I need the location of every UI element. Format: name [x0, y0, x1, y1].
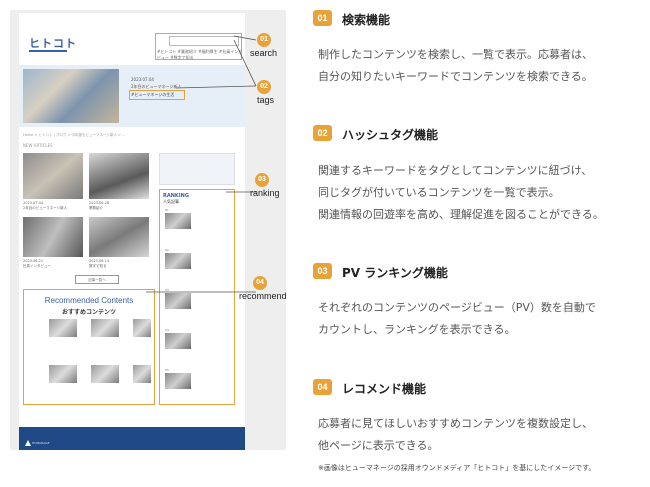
- recommend-title: Recommended Contents: [44, 296, 134, 305]
- article-card-text[interactable]: 2023.06.21 社員インタビュー: [23, 259, 83, 269]
- feature-number-hashtag: 02: [313, 125, 332, 141]
- logo-underline: [29, 50, 67, 52]
- ranking-rank: 03: [165, 288, 169, 292]
- search-highlight: [155, 33, 242, 60]
- desc-line: 他ページに表示できる。: [318, 439, 439, 452]
- desc-line: 応募者に見てほしいおすすめコンテンツを複数設定し、: [318, 417, 593, 430]
- callout-label-search: search: [250, 48, 278, 58]
- ranking-item[interactable]: [165, 253, 191, 269]
- ranking-rank: 04: [165, 328, 169, 332]
- ranking-subtitle: 人気記事: [163, 199, 179, 204]
- callout-label-tags: tags: [257, 95, 275, 105]
- ranking-item[interactable]: [165, 213, 191, 229]
- site-mockup: ヒトコト #ヒトコト #業務紹介 #福利厚生 #社員インタビュー #数字で知る …: [10, 10, 286, 450]
- article-title: 2年目のビューマネージ新人: [23, 206, 68, 210]
- recommend-item[interactable]: [91, 319, 119, 337]
- article-title: 業務紹介: [89, 206, 103, 210]
- article-card-text[interactable]: 2023.07.04 2年目のビューマネージ新人: [23, 201, 83, 211]
- feature-desc-ranking: それぞれのコンテンツのページビュー（PV）数を自動で カウントし、ランキングを表…: [318, 297, 596, 341]
- feature-number-recommend: 04: [313, 379, 332, 395]
- recommend-item[interactable]: [91, 365, 119, 383]
- desc-line: 同じタグが付いているコンテンツを一覧で表示。: [318, 186, 560, 199]
- article-thumbnail[interactable]: [23, 217, 83, 257]
- feature-desc-recommend: 応募者に見てほしいおすすめコンテンツを複数設定し、 他ページに表示できる。: [318, 413, 593, 457]
- callout-badge-ranking: 03: [255, 173, 269, 187]
- feature-desc-search: 制作したコンテンツを検索し、一覧で表示。応募者は、 自分の知りたいキーワードでコ…: [318, 44, 593, 88]
- callout-badge-recommend: 04: [253, 276, 267, 290]
- feature-title-recommend: レコメンド機能: [342, 382, 427, 396]
- callout-label-recommend: recommend: [239, 291, 287, 301]
- recommend-item[interactable]: [49, 365, 77, 383]
- desc-line: 制作したコンテンツを検索し、一覧で表示。応募者は、: [318, 48, 593, 61]
- recommend-item[interactable]: [133, 319, 151, 337]
- article-card-text[interactable]: 2023.06.28 業務紹介: [89, 201, 149, 211]
- feature-title-search: 検索機能: [342, 13, 391, 27]
- ranking-rank: 02: [165, 248, 169, 252]
- callout-label-ranking: ranking: [250, 188, 280, 198]
- new-articles-heading: NEW ARTICLES: [23, 143, 53, 148]
- article-title: 社員インタビュー: [23, 264, 51, 268]
- ranking-item[interactable]: [165, 293, 191, 309]
- article-thumbnail[interactable]: [89, 217, 149, 257]
- side-banner[interactable]: [159, 153, 235, 185]
- image-footnote: ※画像はヒューマネージの採用オウンドメディア「ヒトコト」を基にしたイメージです。: [318, 464, 596, 472]
- ranking-rank: 01: [165, 208, 169, 212]
- desc-line: それぞれのコンテンツのページビュー（PV）数を自動で: [318, 301, 596, 314]
- site-logo[interactable]: ヒトコト: [29, 35, 77, 51]
- recommend-item[interactable]: [133, 365, 151, 383]
- callout-badge-tags: 02: [257, 80, 271, 94]
- footer-logo-icon: [25, 440, 31, 446]
- more-articles-button[interactable]: 記事一覧へ: [75, 275, 119, 284]
- article-card-text[interactable]: 2023.06.14 数字で知る: [89, 259, 149, 269]
- recommend-subtitle: おすすめコンテンツ: [61, 309, 116, 316]
- article-thumbnail[interactable]: [89, 153, 149, 199]
- breadcrumb: Home > ヒトコト | ブログ > 今年度もビューマネージ新人 > ...: [23, 133, 126, 137]
- desc-line: 自分の知りたいキーワードでコンテンツを検索できる。: [318, 70, 593, 83]
- hero-date: 2023.07.04: [131, 77, 154, 82]
- feature-title-ranking: PV ランキング機能: [342, 266, 448, 280]
- feature-number-ranking: 03: [313, 263, 332, 279]
- feature-title-hashtag: ハッシュタグ機能: [342, 128, 439, 142]
- site-page: ヒトコト #ヒトコト #業務紹介 #福利厚生 #社員インタビュー #数字で知る …: [19, 13, 245, 450]
- desc-line: 関連するキーワードをタグとしてコンテンツに紐づけ、: [318, 164, 593, 177]
- hero-photo: [23, 69, 119, 123]
- ranking-rank: 05: [165, 368, 169, 372]
- footer-text: HUMANAGE: [32, 441, 50, 445]
- callout-badge-search: 01: [257, 33, 271, 47]
- feature-desc-hashtag: 関連するキーワードをタグとしてコンテンツに紐づけ、 同じタグが付いているコンテン…: [318, 160, 604, 226]
- site-footer: [19, 427, 245, 450]
- article-title: 数字で知る: [89, 264, 107, 268]
- desc-line: 関連情報の回遊率を高め、理解促進を図ることができる。: [318, 208, 604, 221]
- desc-line: カウントし、ランキングを表示できる。: [318, 323, 516, 336]
- feature-number-search: 01: [313, 10, 332, 26]
- ranking-item[interactable]: [165, 333, 191, 349]
- recommend-item[interactable]: [49, 319, 77, 337]
- tags-highlight: [129, 90, 185, 100]
- article-thumbnail[interactable]: [23, 153, 83, 199]
- ranking-item[interactable]: [165, 373, 191, 389]
